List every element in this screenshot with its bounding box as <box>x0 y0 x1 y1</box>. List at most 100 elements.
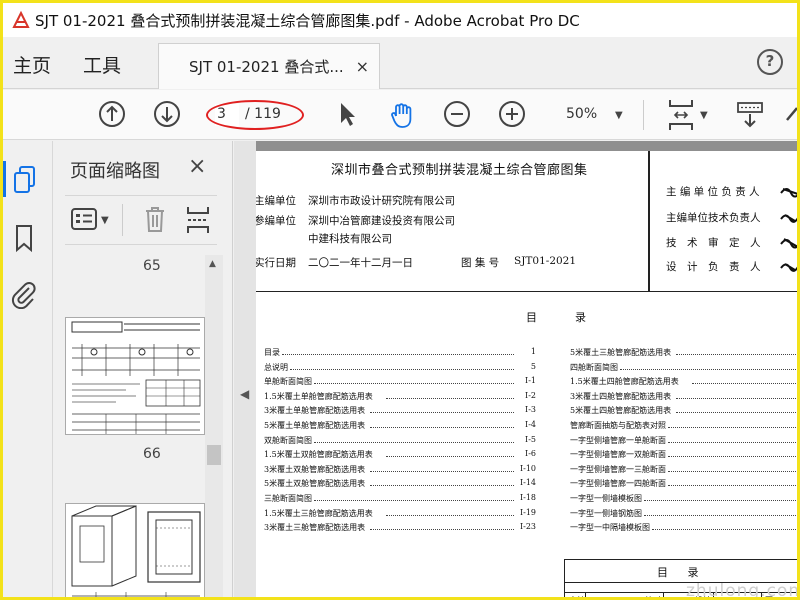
toc-entry[interactable]: 三舱断面简图 Ⅰ-18 <box>264 493 536 504</box>
attachments-icon[interactable] <box>9 279 37 313</box>
collapse-arrow-icon[interactable]: ◀ <box>240 387 249 401</box>
toc-entry[interactable]: 目录 1 <box>264 347 536 358</box>
toc-leader-dots <box>386 397 514 399</box>
toc-leader-dots <box>668 456 797 458</box>
options-dropdown-icon[interactable]: ▼ <box>101 215 109 226</box>
toc-leader-dots <box>370 529 514 531</box>
toc-entry-name: 1.5米覆土四舱管廊配筋选用表 <box>570 377 679 387</box>
atlas-number: SJT01-2021 <box>514 255 577 267</box>
select-cursor-icon[interactable] <box>336 100 358 132</box>
help-icon[interactable]: ? <box>757 49 783 75</box>
thumbnail-options-icon[interactable] <box>71 208 97 234</box>
header-left-value: 深圳市市政设计研究院有限公司 <box>308 195 455 207</box>
delete-page-icon[interactable] <box>143 205 167 237</box>
close-panel-icon[interactable]: × <box>188 154 206 179</box>
toc-entry[interactable]: 1.5米覆土双舱管廊配筋选用表 Ⅰ-6 <box>264 449 536 460</box>
insert-page-icon[interactable] <box>185 205 211 239</box>
toc-leader-dots <box>314 500 514 501</box>
toc-entry-name: 1.5米覆土三舱管廊配筋选用表 <box>264 508 373 518</box>
toc-entry-page: Ⅰ-23 <box>519 522 536 532</box>
toc-leader-dots <box>644 514 797 516</box>
toc-entry-name: 管廊断面抽筋与配筋表对照 <box>570 421 666 430</box>
document-view[interactable]: 深圳市叠合式预制拼装混凝土综合管廊图集 主编单位 深圳市市政设计研究院有限公司 … <box>256 141 797 597</box>
fit-page-icon[interactable] <box>666 98 696 136</box>
toc-entry-name: 三舱断面简图 <box>264 494 312 503</box>
link-icon[interactable] <box>785 100 797 132</box>
toc-entry[interactable]: 3米覆土三舱管廊配筋选用表 Ⅰ-23 <box>264 522 536 533</box>
toc-entry-page: 1 <box>530 347 536 356</box>
close-tab-icon[interactable]: × <box>356 57 369 76</box>
zoom-in-icon[interactable] <box>498 100 526 132</box>
scroll-up-icon[interactable]: ▲ <box>209 259 216 269</box>
window-title: SJT 01-2021 叠合式预制拼装混凝土综合管廊图集.pdf - Adobe… <box>35 11 580 30</box>
toc-entry[interactable]: 1.5米覆土单舱管廊配筋选用表 Ⅰ-2 <box>264 391 536 402</box>
toc-leader-dots <box>668 427 797 428</box>
toc-entry-name: 1.5米覆土双舱管廊配筋选用表 <box>264 450 373 460</box>
toc-leader-dots <box>676 397 797 399</box>
toc-entry[interactable]: 一字型一侧墙钢筋图 <box>570 508 797 519</box>
header-right-role: 技 术 审 定 人 <box>666 237 761 249</box>
toc-entry[interactable]: 3米覆土双舱管廊配筋选用表 Ⅰ-10 <box>264 464 536 475</box>
toc-entry[interactable]: 5米覆土三舱管廊配筋选用表 <box>570 347 797 358</box>
atlas-number-label: 图 集 号 <box>461 257 500 269</box>
toc-entry[interactable]: 一字型侧墙管廊一单舱断面 <box>570 435 797 446</box>
toc-entry[interactable]: 3米覆土单舱管廊配筋选用表 Ⅰ-3 <box>264 405 536 416</box>
title-block-heading: 目 录 <box>657 566 707 579</box>
menu-home[interactable]: 主页 <box>13 51 51 78</box>
toc-entry[interactable]: 总说明 5 <box>264 362 536 373</box>
page-thumbnails-icon[interactable] <box>12 165 38 199</box>
toc-leader-dots <box>370 470 514 472</box>
scrollbar-thumb[interactable] <box>207 445 221 465</box>
toc-entry[interactable]: 一字型一侧墙模板图 <box>570 493 797 504</box>
toolbar-divider <box>643 100 644 130</box>
toc-entry[interactable]: 四舱断面简图 <box>570 362 797 373</box>
fit-dropdown-icon[interactable]: ▼ <box>700 110 708 121</box>
hand-tool-icon[interactable] <box>387 100 417 134</box>
toc-entry[interactable]: 5米覆土单舱管廊配筋选用表 Ⅰ-4 <box>264 420 536 431</box>
toc-entry[interactable]: 一字型侧墙管廊一双舱断面 <box>570 449 797 460</box>
toc-leader-dots <box>370 427 514 428</box>
toc-leader-dots <box>644 500 797 501</box>
toc-leader-dots <box>676 412 797 414</box>
panel-collapse-handle[interactable]: ◀ <box>234 141 256 597</box>
toc-entry[interactable]: 一字型侧墙管廊一三舱断面 <box>570 464 797 475</box>
title-block-rule <box>663 593 664 597</box>
toc-entry[interactable]: 单舱断面简图 Ⅰ-1 <box>264 376 536 387</box>
toc-entry[interactable]: 双舱断面简图 Ⅰ-5 <box>264 435 536 446</box>
toc-entry[interactable]: 5米覆土四舱管廊配筋选用表 <box>570 405 797 416</box>
previous-page-icon[interactable] <box>98 100 126 132</box>
toc-entry-name: 双舱断面简图 <box>264 435 312 445</box>
toc-leader-dots <box>676 354 797 355</box>
toc-entry-name: 5米覆土双舱管廊配筋选用表 <box>264 479 366 489</box>
thumbnail-page-67[interactable] <box>65 503 205 597</box>
thumbnail-page-66[interactable] <box>65 317 205 435</box>
toc-entry[interactable]: 1.5米覆土四舱管廊配筋选用表 <box>570 376 797 387</box>
toc-leader-dots <box>386 456 514 458</box>
scroll-mode-icon[interactable] <box>735 100 765 134</box>
title-block-cell: 审核 <box>569 595 585 597</box>
toc-entry[interactable]: 一字型侧墙管廊一四舱断面 <box>570 478 797 489</box>
toc-entry-page: 5 <box>530 361 536 371</box>
next-page-icon[interactable] <box>153 100 181 132</box>
bookmarks-icon[interactable] <box>13 223 35 257</box>
tab-document-label: SJT 01-2021 叠合式... <box>189 58 344 76</box>
toc-entry[interactable]: 1.5米覆土三舱管廊配筋选用表 Ⅰ-19 <box>264 508 536 519</box>
toc-entry-name: 1.5米覆土单舱管廊配筋选用表 <box>264 391 373 401</box>
document-title: 深圳市叠合式预制拼装混凝土综合管廊图集 <box>331 163 588 178</box>
toc-entry[interactable]: 5米覆土双舱管廊配筋选用表 Ⅰ-14 <box>264 478 536 489</box>
zoom-out-icon[interactable] <box>443 100 471 132</box>
toc-leader-dots <box>370 485 514 487</box>
zoom-dropdown-icon[interactable]: ▼ <box>615 110 623 121</box>
toc-entry-page: Ⅰ-10 <box>519 463 536 473</box>
navigation-rail <box>3 141 53 597</box>
tab-document[interactable]: SJT 01-2021 叠合式... × <box>158 43 380 89</box>
title-bar: SJT 01-2021 叠合式预制拼装混凝土综合管廊图集.pdf - Adobe… <box>3 3 797 37</box>
toc-entry-name: 一字型侧墙管廊一双舱断面 <box>570 450 666 460</box>
menu-tools[interactable]: 工具 <box>83 51 121 78</box>
toc-entry[interactable]: 管廊断面抽筋与配筋表对照 <box>570 420 797 431</box>
thumbnails-scrollbar[interactable]: ▲ <box>205 255 223 597</box>
toc-entry[interactable]: 一字型一中隔墙模板图 <box>570 522 797 533</box>
toc-entry[interactable]: 3米覆土四舱管廊配筋选用表 <box>570 391 797 402</box>
thumbnails-panel: 页面缩略图 × ▼ 65 66 ▲ <box>53 141 233 597</box>
zoom-level[interactable]: 50% <box>566 106 597 122</box>
